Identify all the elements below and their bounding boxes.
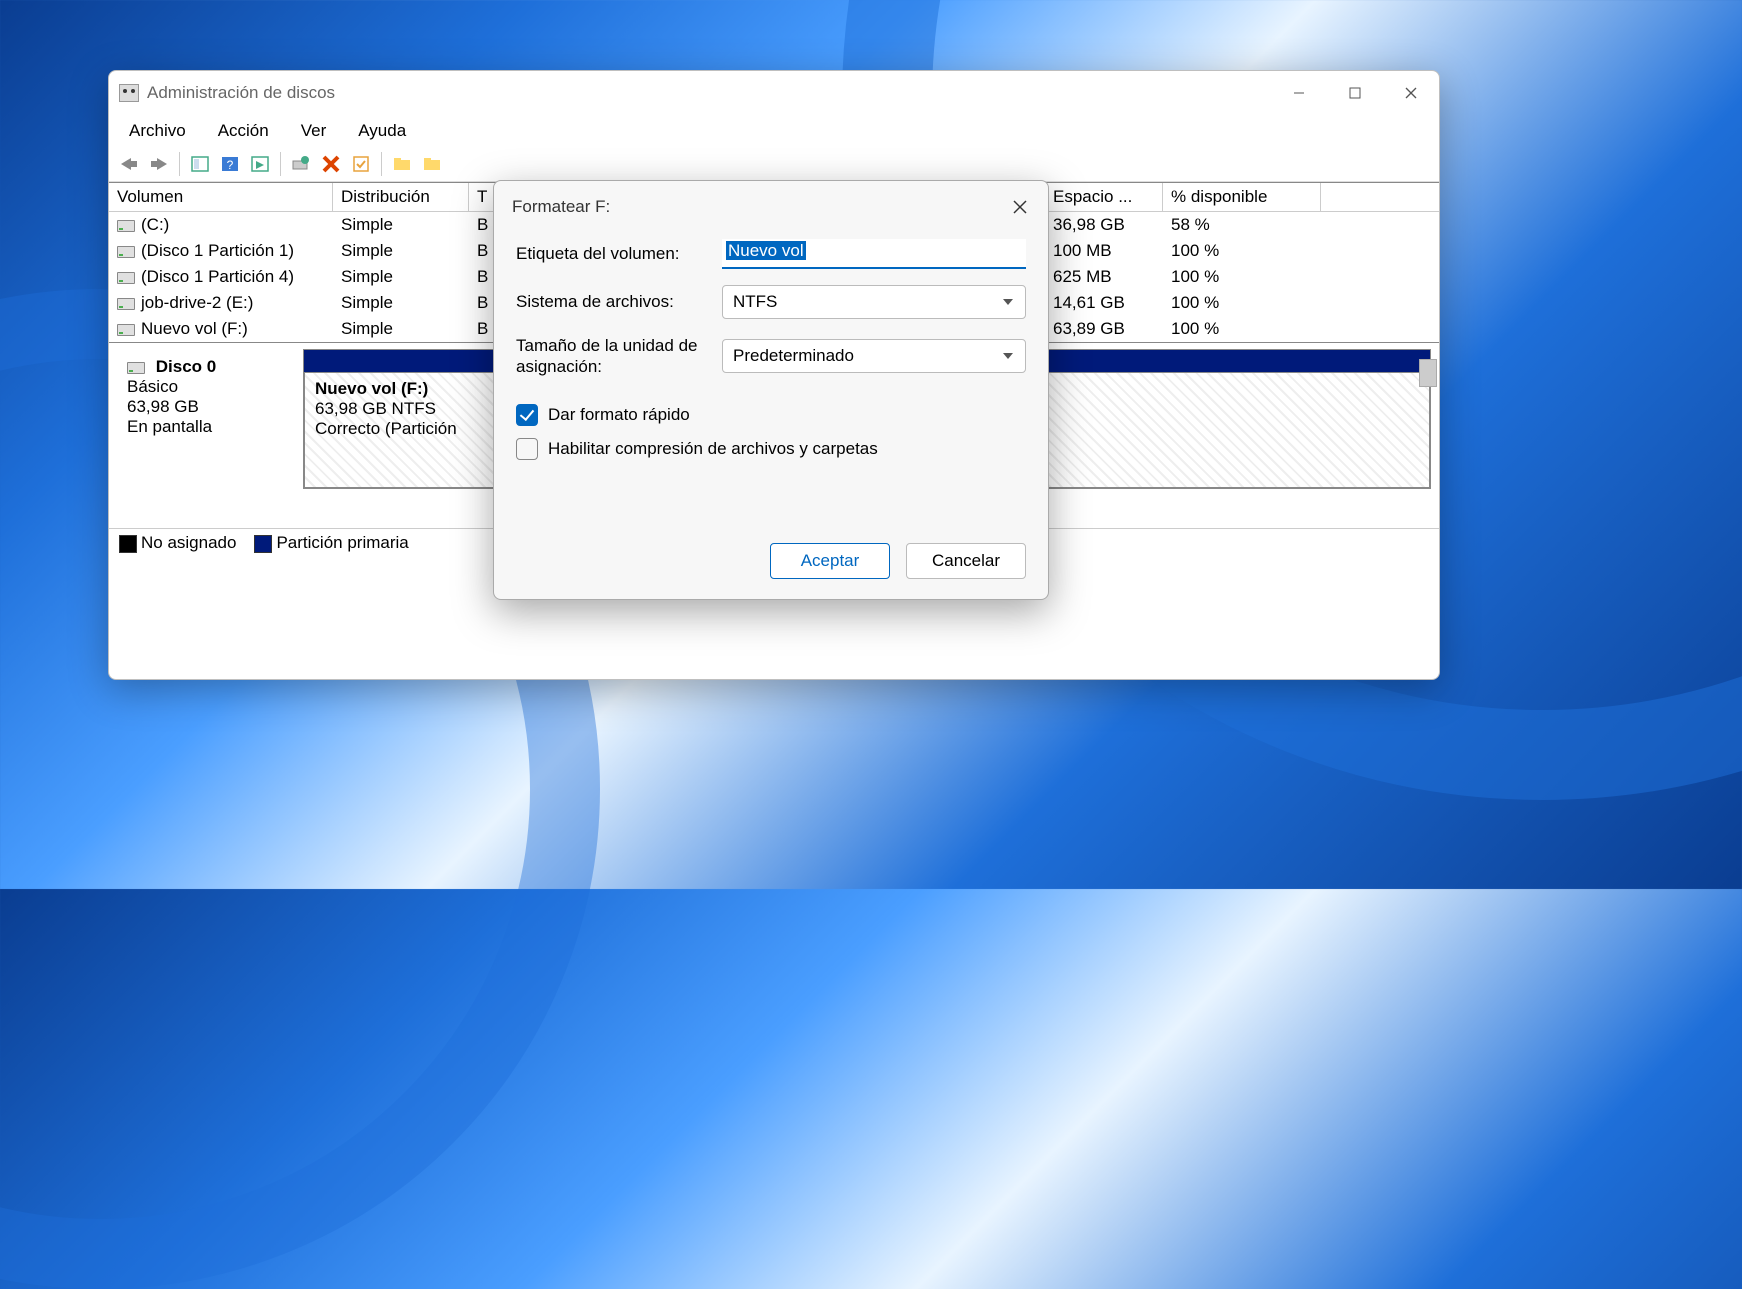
format-dialog: Formatear F: Etiqueta del volumen: Nuevo… [493,180,1049,600]
checkbox-compression[interactable]: Habilitar compresión de archivos y carpe… [516,438,1026,460]
scrollbar-thumb[interactable] [1419,359,1437,387]
svg-text:?: ? [227,158,234,172]
ok-button[interactable]: Aceptar [770,543,890,579]
disk-icon [117,246,135,258]
back-button[interactable] [115,151,143,177]
disk-icon [117,272,135,284]
legend-swatch-primary [254,535,272,553]
legend-unallocated: No asignado [141,533,236,552]
col-pct[interactable]: % disponible [1163,183,1321,211]
disk-size: 63,98 GB [127,397,199,416]
toolbar: ? [109,149,1439,182]
delete-icon[interactable] [317,151,345,177]
checkbox-quick-format[interactable]: Dar formato rápido [516,404,1026,426]
disk-icon [117,298,135,310]
forward-button[interactable] [145,151,173,177]
partition-status: Correcto (Partición [315,419,457,438]
menubar: Archivo Acción Ver Ayuda [109,115,1439,149]
disk-icon [127,362,145,374]
partition-size: 63,98 GB NTFS [315,399,436,418]
input-volume-label[interactable]: Nuevo vol [722,239,1026,269]
toolbar-icon-1[interactable] [186,151,214,177]
legend-primary: Partición primaria [276,533,408,552]
dialog-close-button[interactable] [1000,191,1040,223]
label-allocation-size: Tamaño de la unidad de asignación: [516,335,722,378]
window-title: Administración de discos [147,83,335,103]
disk-status: En pantalla [127,417,212,436]
select-file-system[interactable]: NTFS [722,285,1026,319]
checkbox-quick-format-label: Dar formato rápido [548,405,690,425]
close-button[interactable] [1383,71,1439,115]
toolbar-icon-3[interactable] [246,151,274,177]
menu-help[interactable]: Ayuda [352,119,412,143]
partition-title: Nuevo vol (F:) [315,379,428,398]
disk-type: Básico [127,377,178,396]
legend-swatch-unallocated [119,535,137,553]
toolbar-folder-1[interactable] [388,151,416,177]
toolbar-refresh-icon[interactable] [287,151,315,177]
help-icon[interactable]: ? [216,151,244,177]
disk-info[interactable]: Disco 0 Básico 63,98 GB En pantalla [117,349,303,489]
disk-icon [117,220,135,232]
disk-name: Disco 0 [156,357,216,376]
minimize-button[interactable] [1271,71,1327,115]
maximize-button[interactable] [1327,71,1383,115]
app-icon [119,84,139,102]
checkbox-compression-label: Habilitar compresión de archivos y carpe… [548,439,878,459]
col-volume[interactable]: Volumen [109,183,333,211]
menu-file[interactable]: Archivo [123,119,192,143]
menu-view[interactable]: Ver [295,119,333,143]
label-volume-label: Etiqueta del volumen: [516,244,722,264]
select-allocation-size[interactable]: Predeterminado [722,339,1026,373]
label-file-system: Sistema de archivos: [516,292,722,312]
checkbox-quick-format-box [516,404,538,426]
col-space[interactable]: Espacio ... [1045,183,1163,211]
titlebar: Administración de discos [109,71,1439,115]
col-distribution[interactable]: Distribución [333,183,469,211]
toolbar-folder-2[interactable] [418,151,446,177]
dialog-title: Formatear F: [512,197,610,217]
disk-icon [117,324,135,336]
menu-action[interactable]: Acción [212,119,275,143]
checkbox-compression-box [516,438,538,460]
cancel-button[interactable]: Cancelar [906,543,1026,579]
properties-icon[interactable] [347,151,375,177]
